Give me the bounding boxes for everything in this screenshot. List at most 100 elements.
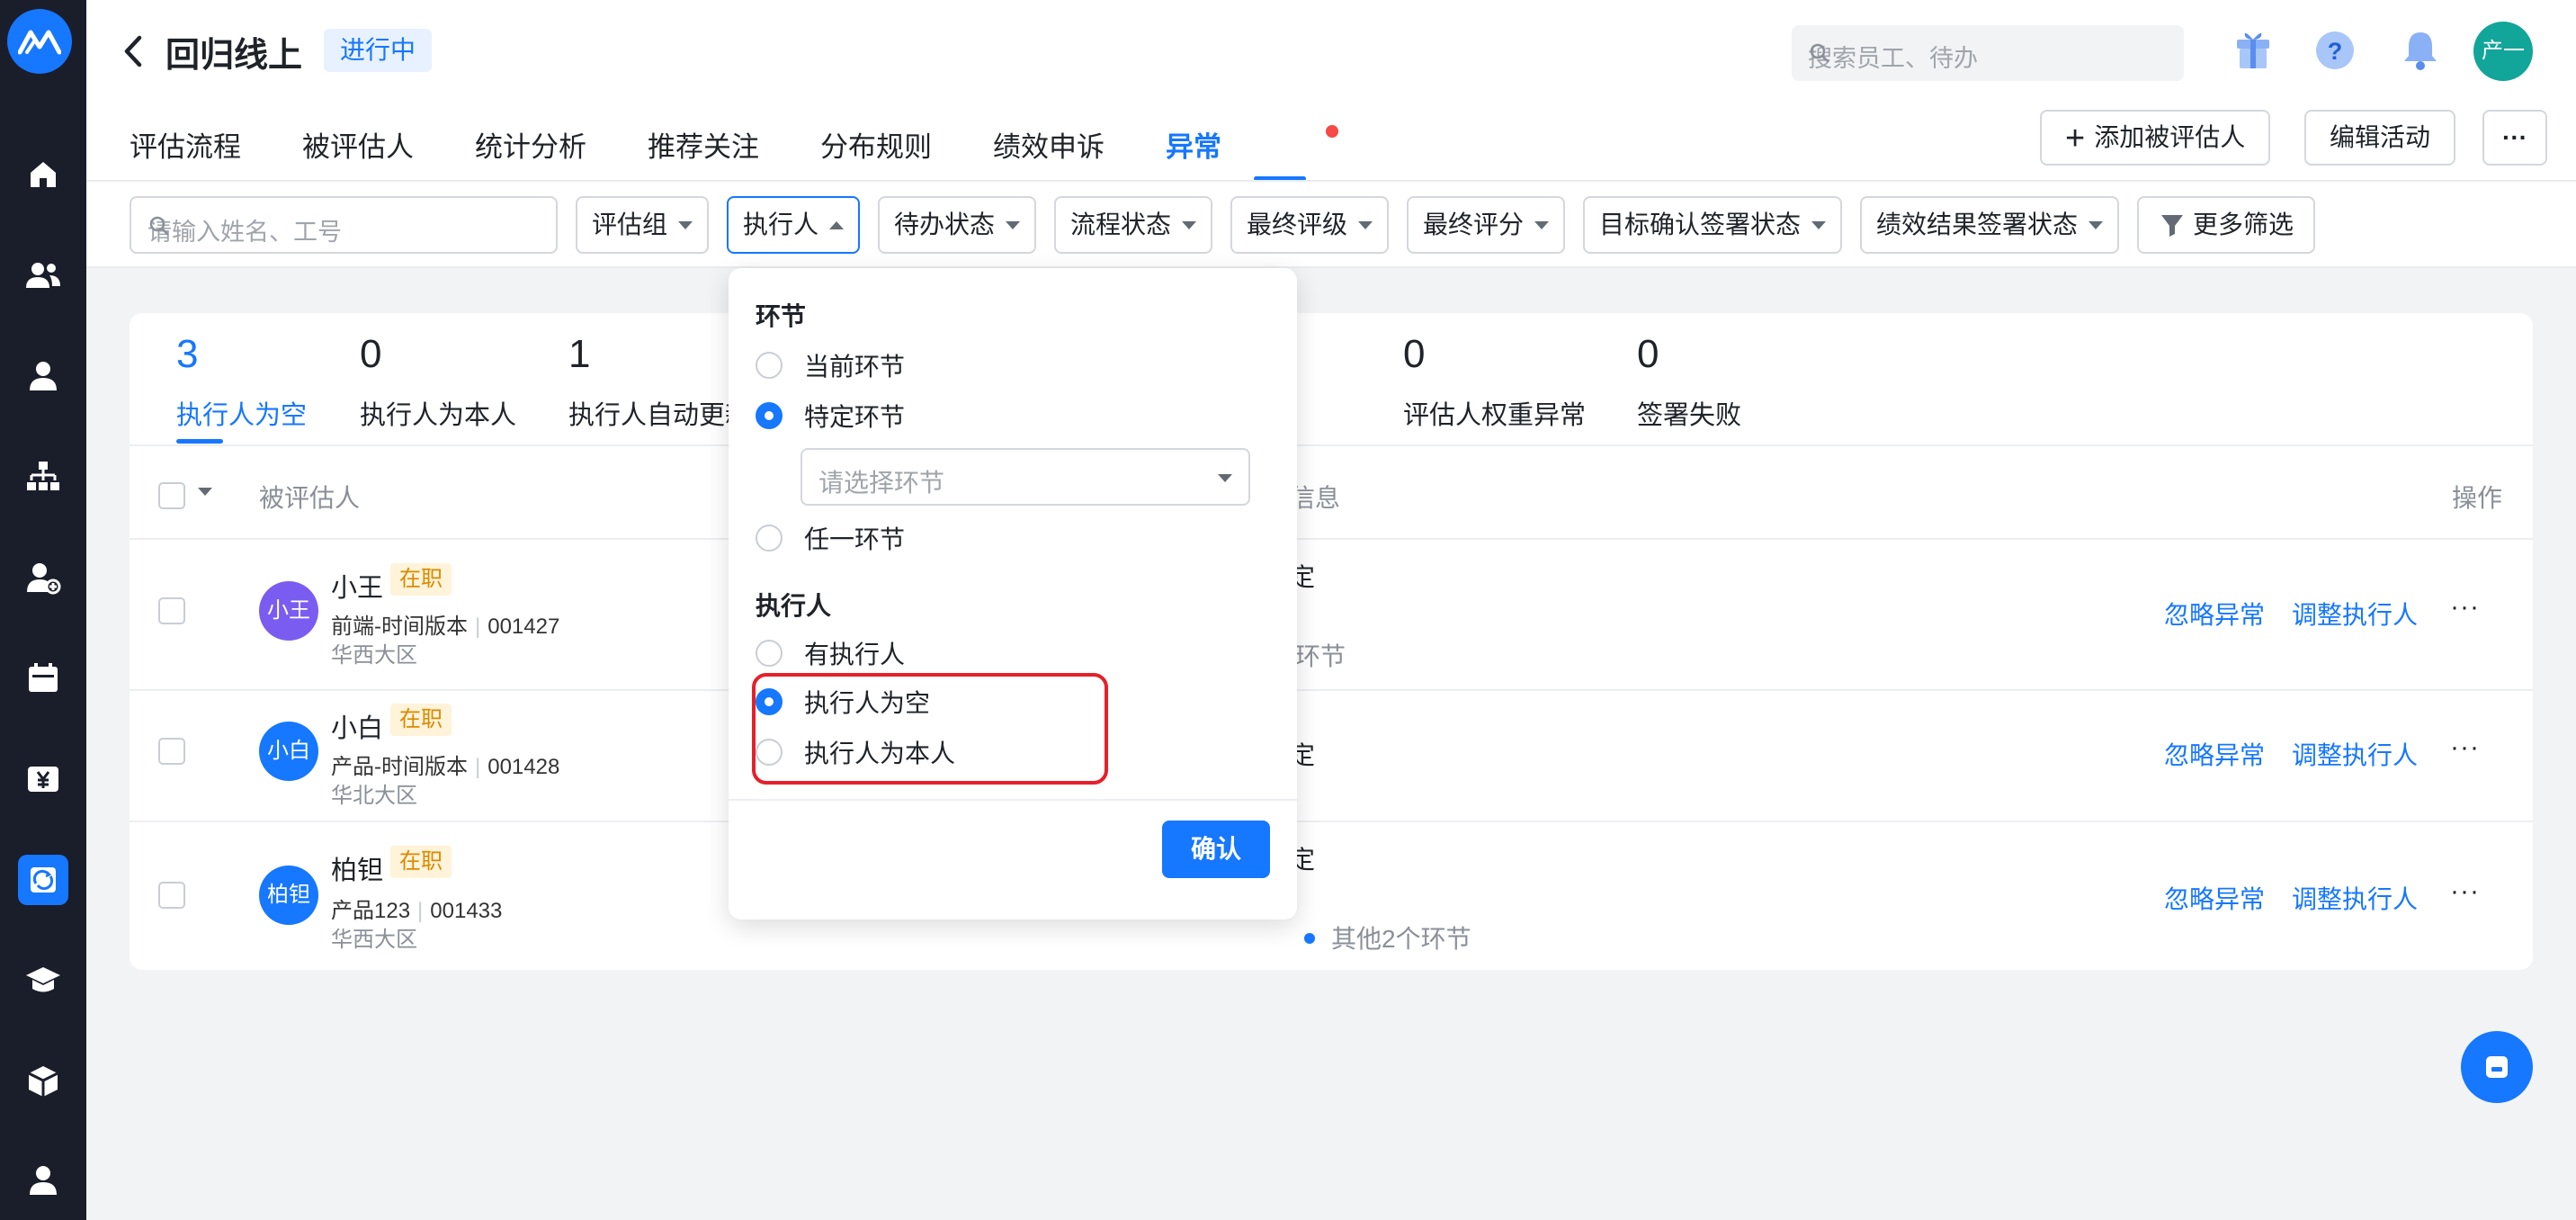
name-search-input[interactable]: 请输入姓名、工号 (130, 196, 558, 254)
divider (729, 799, 1297, 801)
person-icon[interactable] (0, 344, 86, 408)
tab-exceptions[interactable]: 异常 (1166, 124, 1221, 165)
salary-icon[interactable] (0, 747, 86, 812)
radio-button[interactable] (756, 525, 783, 552)
calendar-icon[interactable] (0, 646, 86, 711)
stat-sign-failed[interactable]: 0 签署失败 (1637, 327, 1741, 432)
left-rail (0, 0, 86, 1220)
caret-down-icon (1218, 474, 1232, 482)
col-header-ops: 操作 (2452, 484, 2503, 512)
performance-icon[interactable] (0, 848, 86, 912)
person-name[interactable]: 柏钽 (331, 849, 383, 887)
radio-button[interactable] (756, 352, 783, 379)
row-more-icon[interactable]: ··· (2450, 876, 2480, 907)
notification-dot (1326, 125, 1338, 138)
col-header-person: 被评估人 (259, 484, 361, 512)
bullet-dot (1304, 933, 1315, 944)
person-region: 华西大区 (331, 928, 417, 952)
filter-todo-status[interactable]: 待办状态 (878, 196, 1037, 254)
add-person-icon[interactable] (0, 545, 86, 610)
adjust-executor-link[interactable]: 调整执行人 (2292, 596, 2418, 632)
page-title: 回归线上 (165, 37, 303, 75)
section-title-stage: 环节 (756, 302, 807, 330)
exception-stage: 其他2个环节 (1304, 919, 1471, 955)
tab-recommended[interactable]: 推荐关注 (648, 124, 759, 165)
status-badge: 进行中 (324, 29, 433, 72)
filter-flow-status[interactable]: 流程状态 (1054, 196, 1213, 254)
stat-executor-auto-update[interactable]: 1 执行人自动更新 (568, 327, 751, 432)
home-icon[interactable] (0, 142, 86, 207)
radio-button[interactable] (756, 640, 783, 667)
tab-evaluatees[interactable]: 被评估人 (302, 124, 414, 165)
caret-down-icon (1534, 221, 1550, 229)
row-more-icon[interactable]: ··· (2450, 592, 2480, 623)
divider (130, 444, 2533, 446)
select-all-checkbox[interactable] (158, 482, 185, 509)
ignore-exception-link[interactable]: 忽略异常 (2164, 596, 2265, 632)
gift-icon[interactable] (2232, 25, 2274, 76)
ignore-exception-link[interactable]: 忽略异常 (2164, 880, 2265, 916)
employment-badge: 在职 (390, 563, 452, 596)
highlight-annotation (752, 673, 1108, 785)
radio-current-stage[interactable]: 当前环节 (756, 347, 905, 383)
filter-executor[interactable]: 执行人 (727, 196, 861, 254)
tab-distribution-rules[interactable]: 分布规则 (820, 124, 932, 165)
confirm-button[interactable]: 确认 (1162, 821, 1270, 878)
tab-appeals[interactable]: 绩效申诉 (993, 124, 1105, 165)
back-arrow-icon[interactable] (122, 34, 144, 73)
learning-icon[interactable] (0, 948, 86, 1013)
caret-down-icon (2089, 221, 2104, 229)
stat-executor-empty[interactable]: 3 执行人为空 (176, 327, 307, 432)
filter-bar: 请输入姓名、工号 评估组 执行人 待办状态 流程状态 最终评级 最终评分 目标确… (86, 180, 2576, 268)
caret-down-icon (1811, 221, 1827, 229)
tab-evaluation-flow[interactable]: 评估流程 (130, 124, 241, 165)
adjust-executor-link[interactable]: 调整执行人 (2292, 880, 2418, 916)
stat-executor-self[interactable]: 0 执行人为本人 (360, 327, 516, 432)
app-logo[interactable] (7, 9, 72, 74)
person-name[interactable]: 小白 (331, 707, 383, 745)
team-icon[interactable] (0, 243, 86, 308)
ignore-exception-link[interactable]: 忽略异常 (2164, 736, 2265, 772)
box-icon[interactable] (0, 1049, 86, 1114)
tab-statistics[interactable]: 统计分析 (475, 124, 586, 165)
org-chart-icon[interactable] (0, 444, 86, 509)
top-bar: 回归线上 进行中 搜索员工、待办 ? 产一 评估流程 被评估人 统计分析 推荐关… (86, 0, 2576, 181)
row-more-icon[interactable]: ··· (2450, 732, 2480, 763)
row-checkbox[interactable] (158, 597, 185, 624)
stage-select[interactable]: 请选择环节 (801, 448, 1250, 506)
add-evaluatee-button[interactable]: + 添加被评估人 (2040, 110, 2271, 166)
more-filters-button[interactable]: 更多筛选 (2137, 196, 2316, 254)
plus-icon: + (2065, 120, 2086, 157)
floating-help-button[interactable] (2461, 1031, 2533, 1103)
active-stat-indicator (176, 439, 223, 444)
radio-specific-stage[interactable]: 特定环节 (756, 398, 905, 434)
filter-goal-sign-status[interactable]: 目标确认签署状态 (1583, 196, 1843, 254)
user-avatar[interactable]: 产一 (2473, 22, 2533, 81)
radio-any-stage[interactable]: 任一环节 (756, 520, 905, 556)
radio-button-checked[interactable] (756, 402, 783, 429)
row-checkbox[interactable] (158, 882, 185, 909)
filter-final-grade[interactable]: 最终评级 (1230, 196, 1390, 254)
row-checkbox[interactable] (158, 738, 185, 765)
person-region: 华西大区 (331, 643, 417, 668)
filter-eval-group[interactable]: 评估组 (576, 196, 710, 254)
help-icon[interactable]: ? (2313, 25, 2357, 76)
edit-activity-button[interactable]: 编辑活动 (2304, 110, 2456, 166)
stat-weight-exception[interactable]: 0 评估人权重异常 (1403, 327, 1586, 432)
global-search-input[interactable]: 搜索员工、待办 (1792, 25, 2184, 81)
person-dept: 前端-时间版本 | 001427 (331, 614, 560, 639)
caret-down-icon (1182, 221, 1197, 229)
search-icon (148, 214, 541, 244)
profile-icon[interactable] (0, 1148, 86, 1213)
filter-result-sign-status[interactable]: 绩效结果签署状态 (1860, 196, 2120, 254)
caret-down-icon[interactable] (198, 488, 212, 496)
person-dept: 产品123 | 001433 (331, 899, 503, 923)
filter-final-score[interactable]: 最终评分 (1407, 196, 1566, 254)
radio-has-executor[interactable]: 有执行人 (756, 635, 905, 671)
caret-up-icon (829, 221, 845, 229)
adjust-executor-link[interactable]: 调整执行人 (2292, 736, 2418, 772)
bell-icon[interactable] (2400, 25, 2441, 76)
section-title-executor: 执行人 (756, 592, 832, 620)
more-actions-button[interactable]: ··· (2482, 110, 2547, 166)
person-name[interactable]: 小王 (331, 567, 383, 605)
